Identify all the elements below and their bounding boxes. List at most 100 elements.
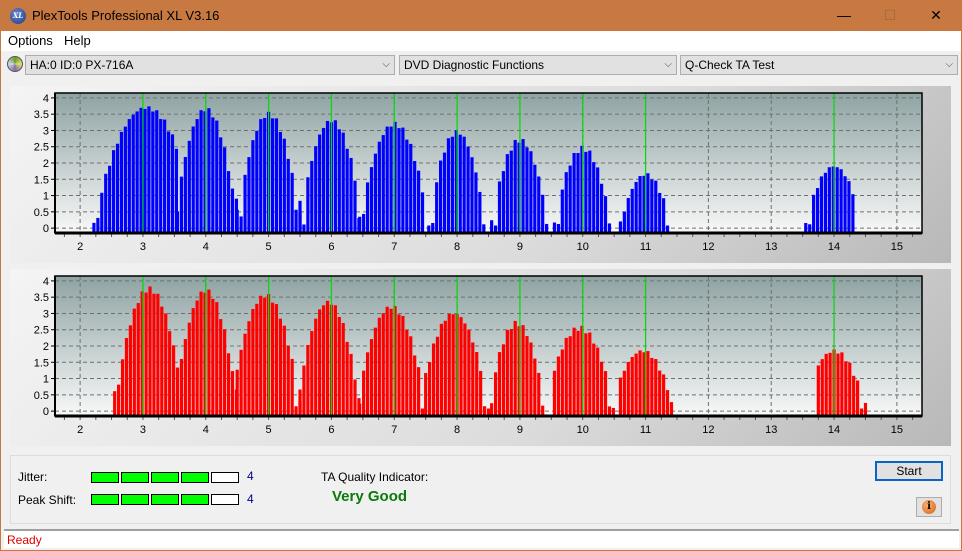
histogram-bar [417,367,421,416]
histogram-bar [373,153,378,233]
peak-shift-chart-panel: 0 0.5 1 1.5 2 2.5 3 3.5 4 2 3 4 5 6 7 8 9 10 11 12 13 14 15 [10,269,951,446]
meter-segment [91,494,119,505]
histogram-bar [151,111,155,233]
x-tick-label: 10 [577,424,589,436]
histogram-bar [270,118,275,233]
histogram-bar [251,308,255,416]
histogram-bar [362,213,366,233]
histogram-bar [337,129,341,233]
histogram-bar [856,380,860,416]
histogram-bar [243,333,247,416]
histogram-bar [239,216,243,233]
histogram-bar [286,345,290,416]
histogram-bar [650,179,654,233]
y-tick-label: 3.5 [34,292,49,304]
histogram-bar [839,169,843,233]
histogram-bar [556,356,560,416]
histogram-bar [219,319,223,416]
x-tick-label: 2 [77,241,83,253]
info-button[interactable]: i [916,497,942,517]
histogram-bar [115,143,120,233]
histogram-bar [420,192,425,233]
histogram-bar [373,327,378,416]
peak-shift-value: 4 [247,492,254,506]
drive-select[interactable]: HA:0 ID:0 PX-716A ⌵ [25,55,395,75]
histogram-bar [381,313,385,416]
x-tick-label: 12 [702,424,714,436]
histogram-bar [139,107,143,233]
x-tick-label: 9 [517,424,523,436]
histogram-bar [596,167,600,233]
close-button[interactable]: ✕ [913,0,959,31]
histogram-bar [111,150,116,233]
results-group [10,455,951,524]
histogram-bar [325,120,330,233]
histogram-bar [230,188,235,233]
histogram-bar [259,295,263,416]
y-tick-label: 1 [43,374,49,386]
histogram-bar [230,371,235,416]
meter-segment [181,494,209,505]
maximize-button[interactable]: ☐ [867,0,913,31]
app-logo-icon: XL [10,8,26,24]
histogram-bar [435,336,440,416]
histogram-bar [113,391,117,416]
y-tick-label: 1.5 [34,357,49,369]
histogram-bar [847,181,851,233]
histogram-bar [385,126,389,233]
histogram-bar [521,325,525,416]
test-select-value: Q-Check TA Test [685,58,775,72]
histogram-bar [815,188,820,233]
histogram-bar [255,303,259,416]
histogram-bar [413,161,417,233]
histogram-bar [599,183,604,233]
histogram-bar [533,358,537,416]
peak-shift-label: Peak Shift: [18,493,77,507]
histogram-bar [479,370,483,416]
histogram-bar [353,180,357,233]
histogram-bar [183,156,187,233]
histogram-bar [654,180,658,233]
histogram-bar [219,137,223,233]
jitter-chart: 0 0.5 1 1.5 2 2.5 3 3.5 4 2 3 4 5 6 7 8 9 10 11 12 13 14 15 [34,92,923,253]
test-select[interactable]: Q-Check TA Test ⌵ [680,55,958,75]
histogram-bar [152,293,156,416]
histogram-bar [191,126,195,233]
histogram-bar [470,157,474,233]
function-select-value: DVD Diagnostic Functions [404,58,545,72]
histogram-bar [634,353,638,416]
menu-options[interactable]: Options [8,33,53,48]
histogram-bar [235,369,239,416]
histogram-bar [603,371,608,416]
histogram-bar [321,305,326,416]
histogram-bar [163,119,167,233]
histogram-bar [263,117,267,233]
histogram-bar [592,162,596,233]
histogram-bar [513,139,517,233]
y-tick-label: 3 [43,308,49,320]
minimize-button[interactable]: — [821,0,867,31]
histogram-bar [314,146,318,233]
jitter-value: 4 [247,469,254,483]
histogram-bar [358,216,362,233]
histogram-bar [199,110,203,233]
histogram-bar [618,221,623,233]
start-button[interactable]: Start [875,461,943,481]
histogram-bar [497,181,502,233]
histogram-bar [467,329,471,416]
x-tick-label: 8 [454,241,460,253]
histogram-bar [381,135,385,233]
histogram-bar [401,127,405,233]
histogram-bar [345,341,349,416]
histogram-bar [509,150,513,233]
meter-segment [91,472,119,483]
x-tick-label: 4 [203,424,209,436]
histogram-bar [458,134,462,233]
histogram-bar [310,331,314,416]
toolbar: HA:0 ID:0 PX-716A ⌵ DVD Diagnostic Funct… [1,51,961,79]
histogram-bar [223,329,227,416]
y-tick-label: 2 [43,341,49,353]
menu-help[interactable]: Help [64,33,91,48]
function-select[interactable]: DVD Diagnostic Functions ⌵ [399,55,677,75]
histogram-bar [175,211,180,233]
